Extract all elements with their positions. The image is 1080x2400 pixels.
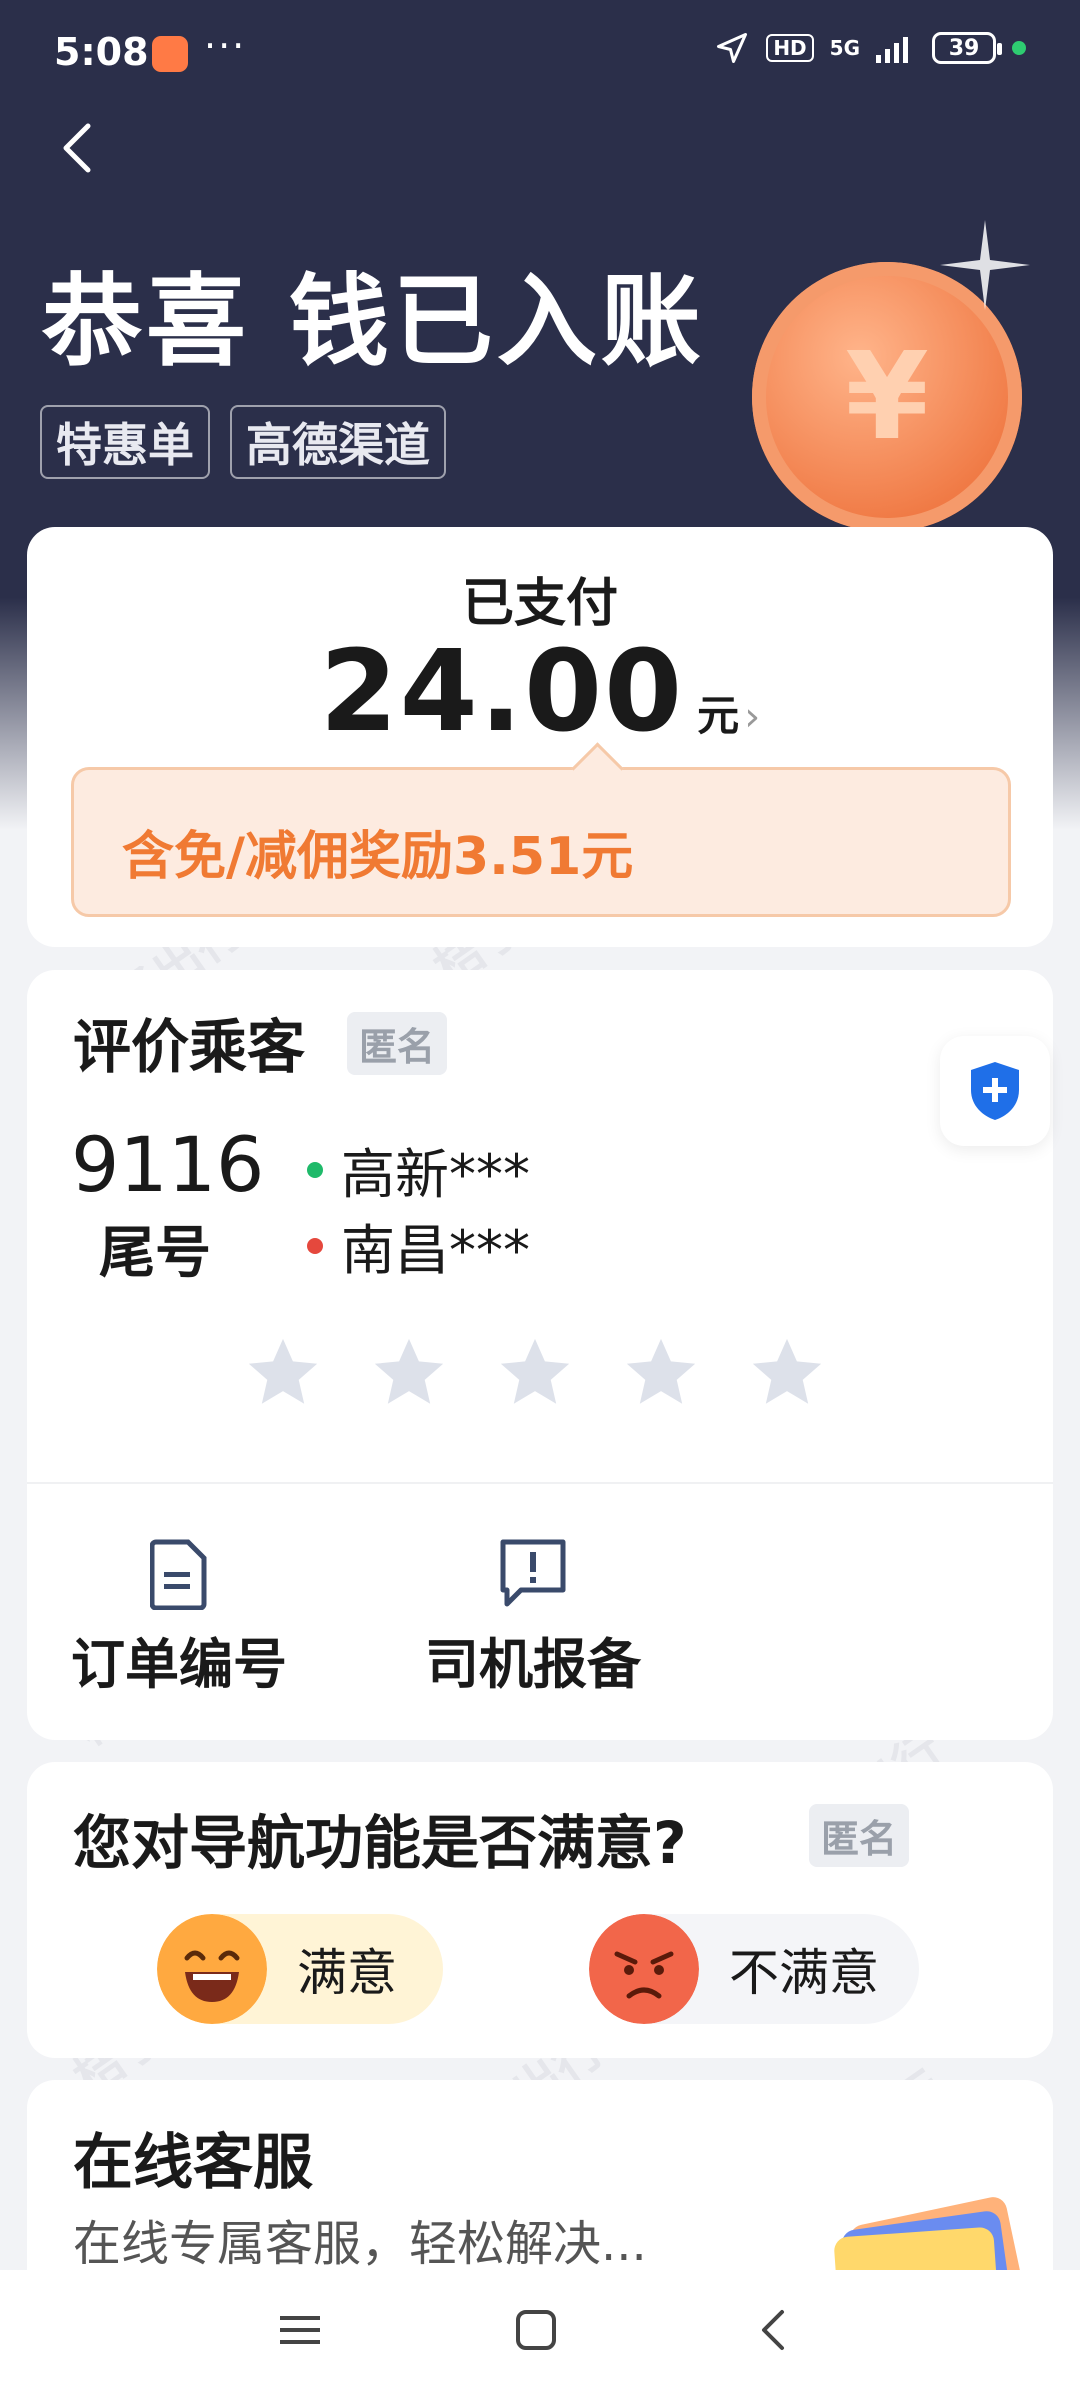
- satisfied-button[interactable]: 满意: [157, 1914, 443, 2024]
- safety-shield-button[interactable]: [940, 1036, 1050, 1146]
- tail-number: 9116: [71, 1120, 265, 1209]
- customer-service-title: 在线客服: [73, 2128, 313, 2198]
- star-icon[interactable]: [746, 1332, 828, 1414]
- unsatisfied-button[interactable]: 不满意: [589, 1914, 919, 2024]
- rate-passenger-title: 评价乘客: [73, 1013, 306, 1081]
- anonymous-tag: 匿名: [809, 1804, 910, 1867]
- divider: [27, 1482, 1053, 1484]
- sparkle-icon: [940, 220, 1030, 310]
- star-icon[interactable]: [242, 1332, 324, 1414]
- page-title: 恭喜 钱已入账: [42, 263, 705, 380]
- payment-card: 已支付 24.00 元 › 含免/减佣奖励3.51元: [27, 527, 1053, 947]
- origin-dot: [307, 1161, 323, 1178]
- navigation-survey-card: 您对导航功能是否满意? 匿名 满意 不满意: [27, 1762, 1053, 2058]
- more-notifications-icon: ···: [204, 24, 247, 68]
- battery-icon: 39: [932, 32, 1002, 64]
- app-notification-icon: [152, 36, 188, 72]
- currency-unit: 元: [697, 691, 740, 740]
- nav-back-icon[interactable]: [752, 2308, 796, 2352]
- navigation-survey-question: 您对导航功能是否满意?: [73, 1809, 687, 1877]
- satisfied-label: 满意: [297, 1944, 397, 2002]
- system-nav-bar: [0, 2270, 1080, 2400]
- tag-channel: 高德渠道: [230, 405, 446, 479]
- status-time: 5:08: [54, 30, 149, 74]
- tag-discount-order: 特惠单: [40, 405, 210, 479]
- destination-row: 南昌***: [307, 1206, 530, 1285]
- report-icon: [500, 1539, 566, 1607]
- home-icon[interactable]: [514, 2308, 558, 2352]
- location-arrow-icon: [717, 33, 748, 63]
- customer-service-subtitle: 在线专属客服，轻松解决...: [73, 2216, 647, 2272]
- anonymous-tag: 匿名: [347, 1012, 448, 1075]
- star-icon[interactable]: [620, 1332, 702, 1414]
- reward-text: 含免/减佣奖励3.51元: [122, 827, 634, 887]
- status-bar: 5:08 ··· HD 5G 39: [0, 0, 1080, 110]
- driver-report-label: 司机报备: [425, 1633, 641, 1696]
- happy-face-icon: [157, 1914, 267, 2024]
- reward-banner: 含免/减佣奖励3.51元: [71, 742, 1011, 917]
- star-rating: [242, 1332, 828, 1414]
- driver-report-button[interactable]: 司机报备: [425, 1538, 641, 1699]
- order-tags: 特惠单 高德渠道: [40, 405, 446, 479]
- amount-row[interactable]: 24.00 元 ›: [27, 627, 1053, 757]
- destination-dot: [307, 1237, 323, 1254]
- star-icon[interactable]: [368, 1332, 450, 1414]
- order-number-button[interactable]: 订单编号: [71, 1538, 287, 1699]
- rate-passenger-card: 评价乘客 匿名 9116 尾号 高新*** 南昌*** 订单编号 司机报备: [27, 970, 1053, 1740]
- order-number-label: 订单编号: [71, 1633, 287, 1696]
- network-type: 5G: [829, 36, 860, 60]
- destination-text: 南昌***: [341, 1219, 530, 1282]
- tail-number-label: 尾号: [99, 1221, 211, 1286]
- status-indicators: HD 5G 39: [714, 30, 1026, 66]
- paid-label: 已支付: [461, 574, 618, 634]
- hd-icon: HD: [766, 34, 814, 62]
- privacy-indicator-dot: [1012, 41, 1026, 55]
- shield-plus-icon: [971, 1062, 1019, 1120]
- menu-icon[interactable]: [278, 2308, 322, 2352]
- paid-amount: 24.00: [319, 627, 685, 757]
- star-icon[interactable]: [494, 1332, 576, 1414]
- angry-face-icon: [589, 1914, 699, 2024]
- origin-row: 高新***: [307, 1130, 530, 1209]
- chevron-right-icon: ›: [744, 694, 761, 740]
- unsatisfied-label: 不满意: [729, 1944, 879, 2002]
- document-icon: [150, 1539, 207, 1610]
- battery-level: 39: [948, 35, 980, 61]
- signal-icon: [876, 37, 908, 63]
- origin-text: 高新***: [341, 1143, 530, 1206]
- back-arrow-icon[interactable]: [50, 118, 110, 178]
